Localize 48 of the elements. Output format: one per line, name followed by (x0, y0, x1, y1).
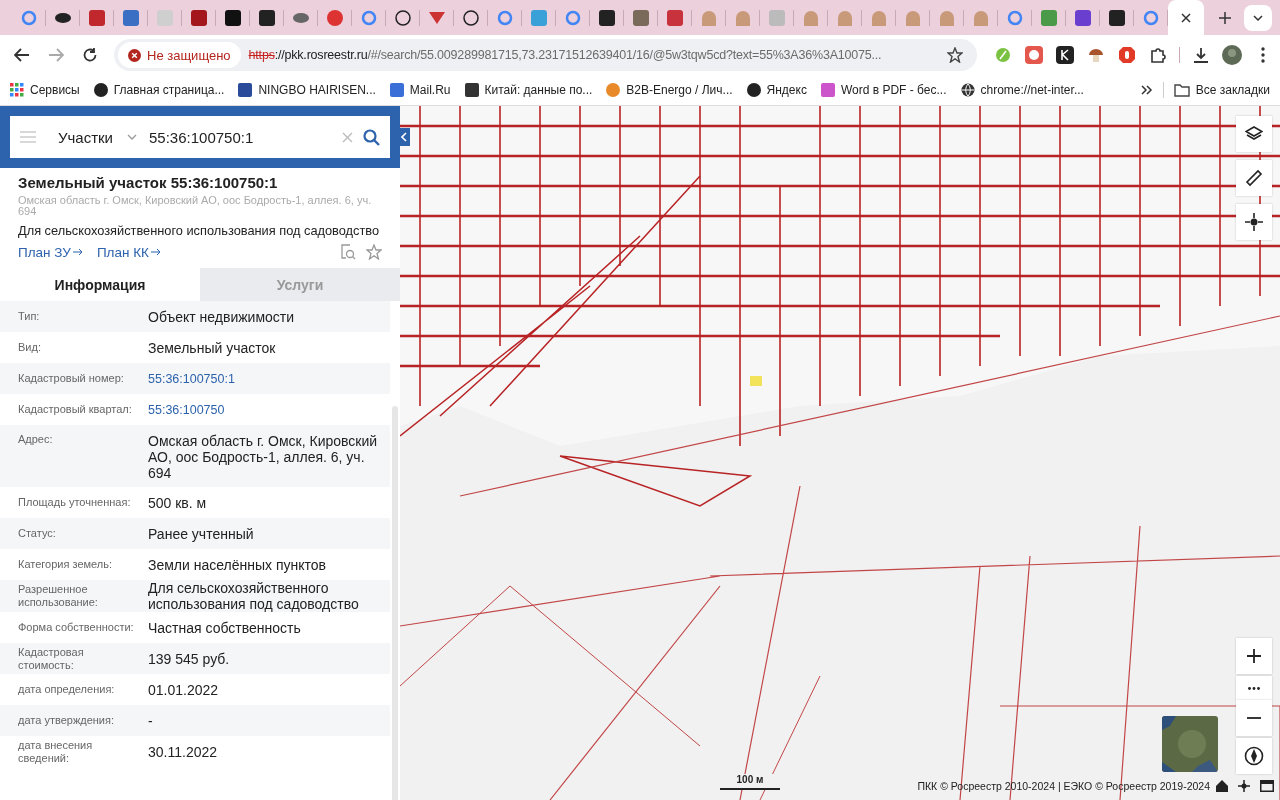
field-value: Объект недвижимости (148, 308, 296, 325)
bookmark[interactable]: Mail.Ru (389, 83, 451, 97)
bookmark[interactable]: Сервисы (10, 83, 80, 97)
field-label: Вид: (18, 341, 42, 354)
parcel-purpose: Для сельскохозяйственного использования под садоводство (18, 223, 381, 238)
field-label: Форма собственности: (18, 621, 135, 634)
field-value: Для сельскохозяйственного использования под садоводство (148, 580, 360, 612)
field-value: - (148, 712, 154, 729)
plan-link[interactable]: План КК (96, 244, 161, 260)
field-label: дата внесения сведений: (18, 738, 94, 765)
bookmark[interactable]: B2B-Energo / Лич... (606, 83, 733, 97)
category-dropdown[interactable]: Участки (46, 128, 137, 146)
bookmark[interactable]: Главная страница... (93, 83, 225, 97)
field-label: Адрес: (18, 433, 54, 446)
field-label: Разрешенное использование: (18, 583, 99, 609)
cadastral-link[interactable]: 55:36:100750:1 (148, 370, 390, 387)
field-label: Кадастровая стоимость: (18, 645, 85, 672)
field-label: Категория земель: (18, 558, 114, 571)
field-value: Земли населённых пунктов (148, 556, 328, 573)
plan-link[interactable]: План ЗУ (18, 244, 83, 260)
cadastral-link[interactable]: 55:36:100750 (148, 401, 390, 418)
bookmark[interactable]: NINGBO HAIRISEN... (238, 83, 376, 97)
bookmark[interactable]: chrome://net-inter... (960, 83, 1084, 97)
field-value: Омская область г. Омск, Кировский АО, оос Бодрость-1, аллея. 6, уч. 694 (148, 433, 379, 481)
field-value: Частная собственность (148, 619, 302, 636)
all-bookmarks-button[interactable]: Все закладки (1173, 83, 1270, 97)
field-label: дата определения: (18, 683, 116, 696)
field-value: Земельный участок (148, 339, 277, 356)
field-value: Ранее учтенный (148, 525, 255, 542)
bookmark[interactable]: Word в PDF - бес... (820, 83, 947, 97)
field-label: Тип: (18, 310, 41, 323)
field-label: дата утверждения: (18, 714, 115, 727)
search-field[interactable]: Участки 55:36:100750:1 (10, 116, 390, 158)
field-label: Статус: (18, 527, 57, 540)
field-label: Кадастровый номер: (18, 372, 125, 385)
field-label: Площадь уточненная: (18, 496, 132, 509)
field-value: 500 кв. м (148, 494, 208, 511)
parcel-title: Земельный участок 55:36:100750:1 (18, 174, 279, 191)
parcel-address: Омская область г. Омск, Кировский АО, оос Бодрость-1, аллея. 6, уч. 694 (18, 195, 373, 217)
field-value: 30.11.2022 (148, 743, 219, 760)
bookmark[interactable]: Китай: данные по... (464, 83, 593, 97)
bookmark[interactable]: Яндекс (746, 83, 807, 97)
field-value: 139 545 руб. (148, 650, 231, 667)
address-bar[interactable]: Не защищено https://pkk.rosreestr.ru/#/search/55.009289981715,73.23171512639401/16/@5w3tqw5cd?text=55%3A36%3A10075... (114, 39, 977, 71)
field-label: Кадастровый квартал: (18, 403, 133, 416)
field-value: 01.01.2022 (148, 681, 220, 698)
url-text: https://pkk.rosreestr.ru/#/search/55.009289981715,73.23171512639401/16/@5w3tqw5cd?text=55%3A36%3A10075... (248, 48, 883, 62)
security-chip[interactable]: Не защищено (118, 42, 241, 68)
